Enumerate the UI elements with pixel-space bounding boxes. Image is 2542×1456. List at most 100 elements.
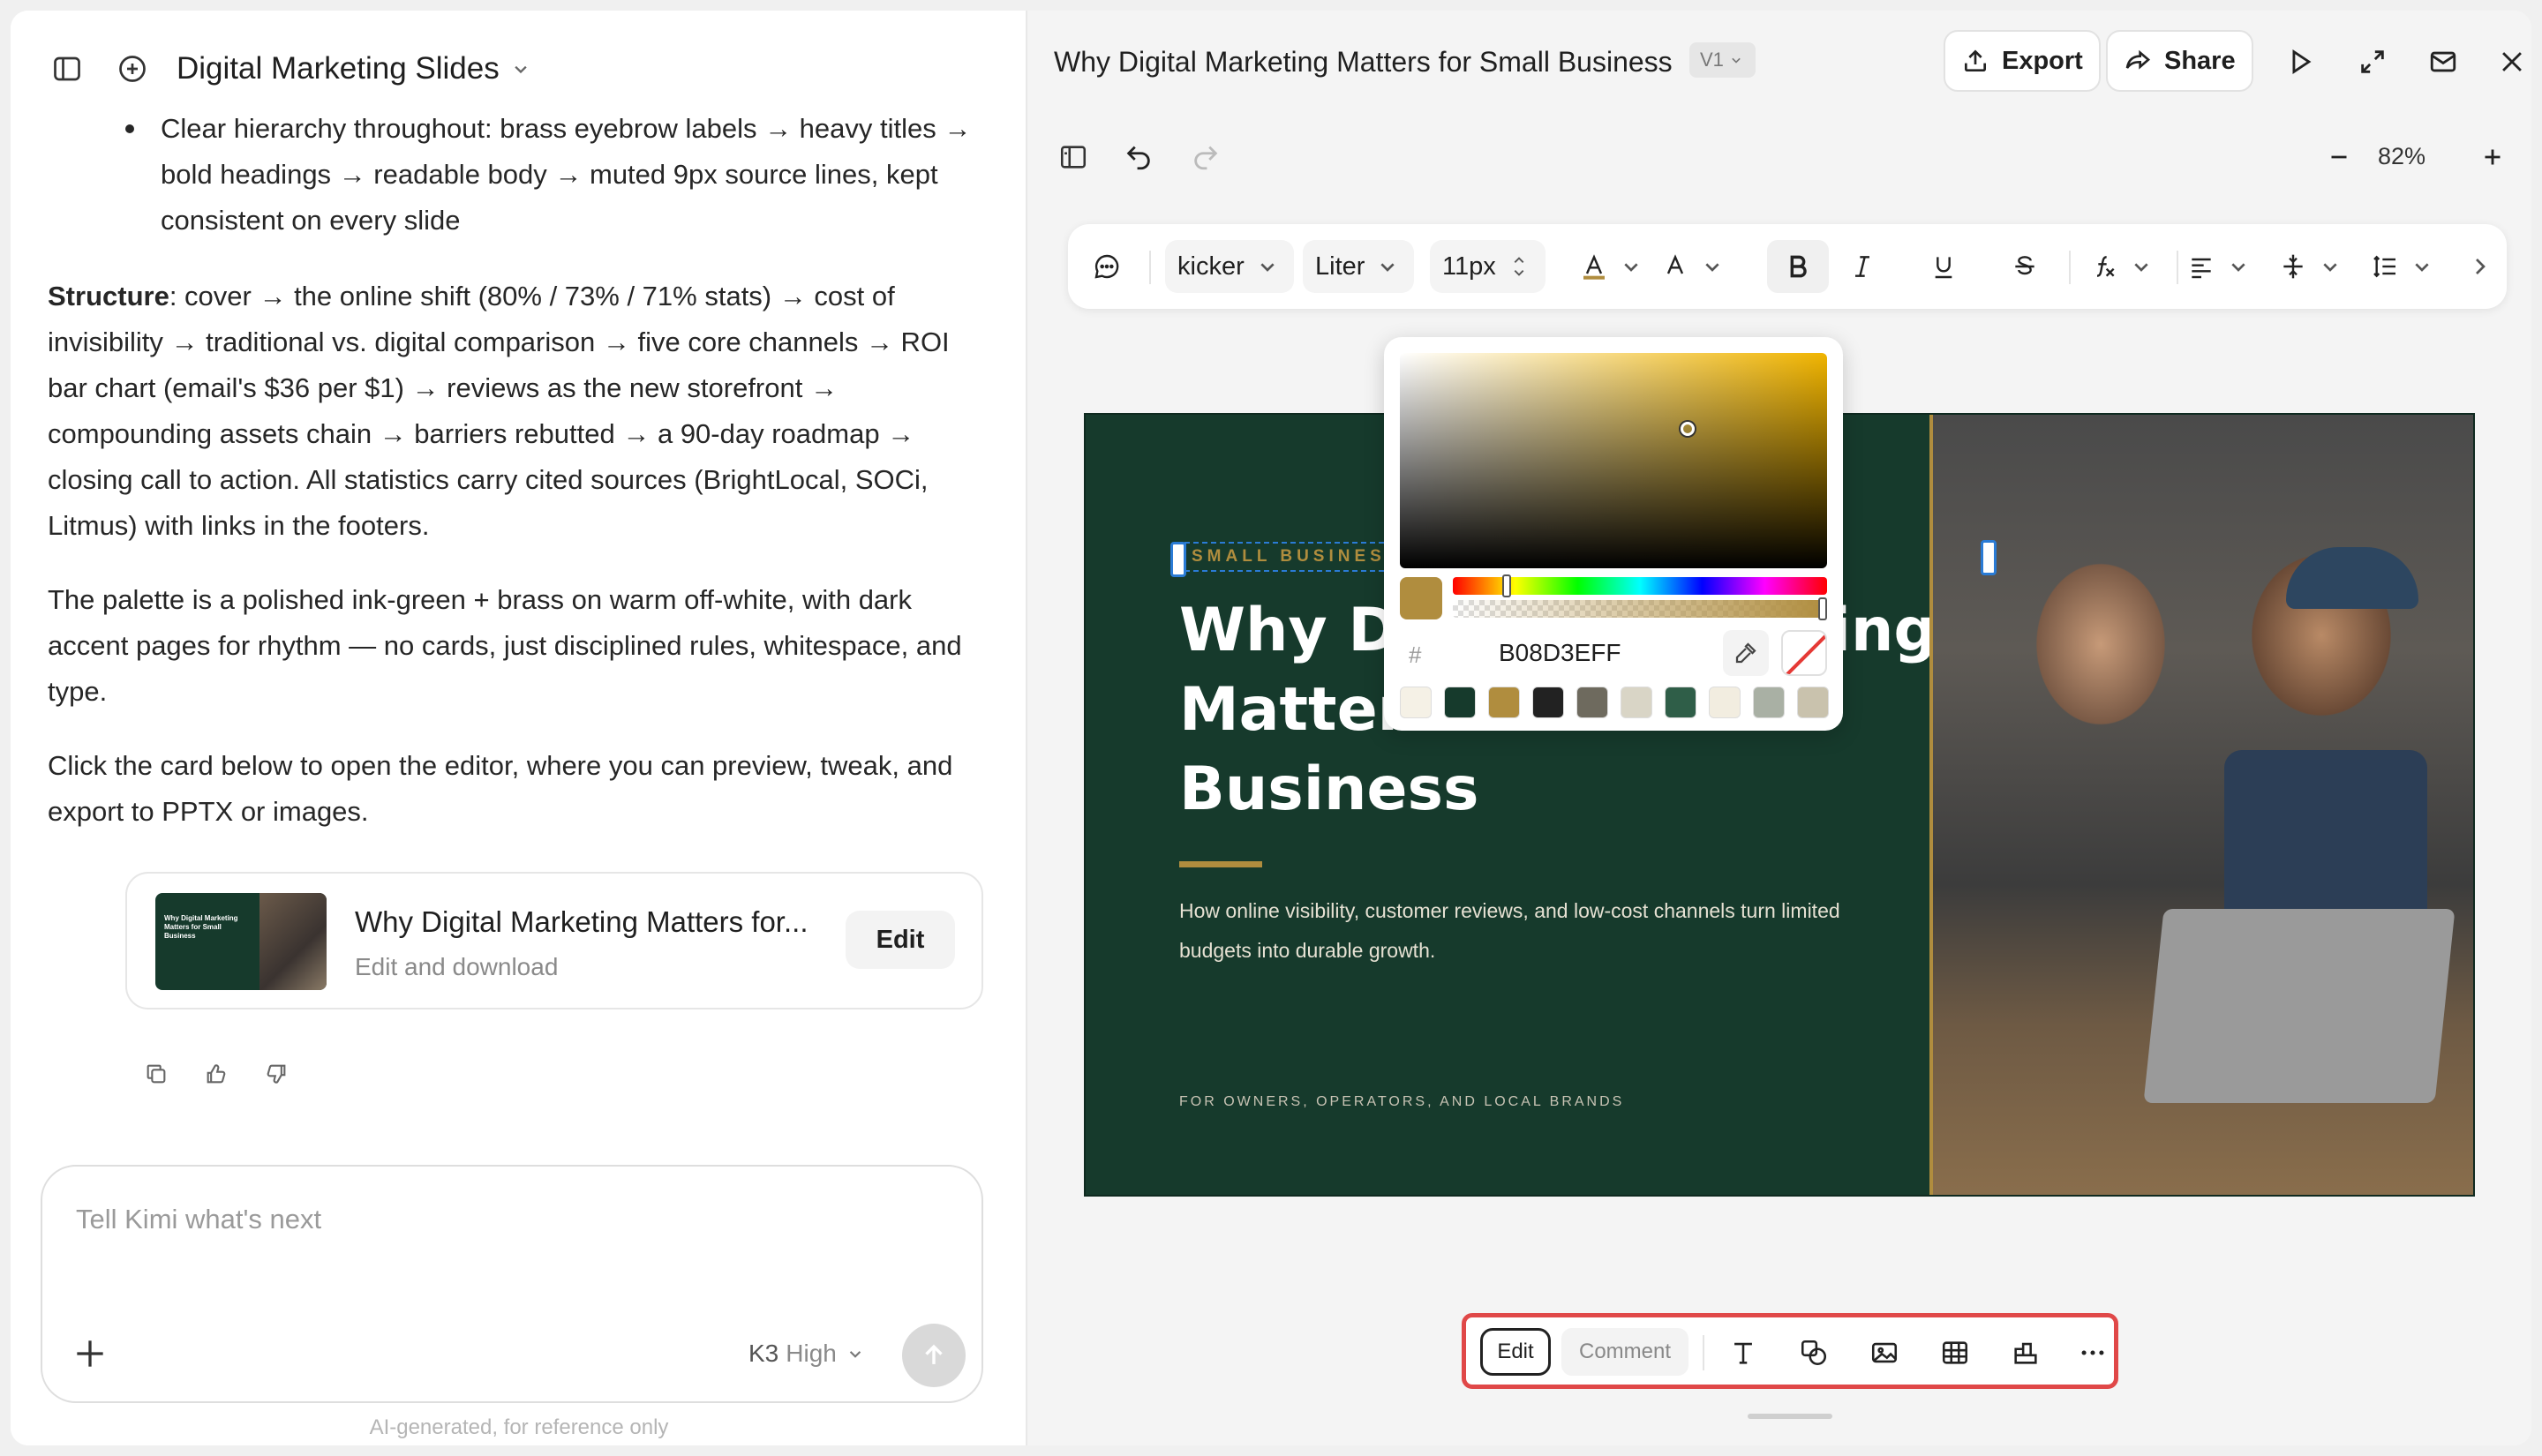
panel-toggle-icon[interactable] [1054, 138, 1093, 176]
message-composer[interactable]: Tell Kimi what's next K3 High [41, 1165, 983, 1403]
color-swatch[interactable] [1621, 687, 1652, 718]
italic-icon[interactable] [1848, 240, 1876, 293]
copy-icon[interactable] [139, 1057, 173, 1091]
color-swatch[interactable] [1400, 687, 1432, 718]
color-swatch[interactable] [1709, 687, 1741, 718]
drag-handle[interactable] [1748, 1414, 1832, 1419]
structure-label: Structure [48, 281, 169, 311]
slides-thumbnail: Why Digital Marketing Matters for Small … [155, 893, 327, 990]
color-swatch[interactable] [1444, 687, 1476, 718]
font-select[interactable]: Liter [1303, 240, 1415, 293]
color-swatch[interactable] [1797, 687, 1829, 718]
color-swatch[interactable] [1532, 687, 1564, 718]
resize-handle-left[interactable] [1170, 542, 1186, 577]
style-select[interactable]: kicker [1165, 240, 1294, 293]
list-item: Clear hierarchy throughout: brass eyebro… [99, 106, 990, 244]
hue-slider[interactable] [1453, 574, 1827, 597]
color-swatch[interactable] [1576, 687, 1608, 718]
play-icon[interactable] [2281, 42, 2320, 81]
comment-mode-button[interactable]: Comment [1561, 1328, 1688, 1376]
no-color-swatch[interactable] [1781, 630, 1827, 676]
model-selector[interactable]: K3 High [748, 1340, 867, 1368]
chat-header: Digital Marketing Slides [42, 42, 533, 95]
model-level: High [786, 1340, 837, 1367]
saturation-area[interactable] [1400, 353, 1827, 568]
eyedropper-icon[interactable] [1723, 630, 1769, 676]
table-tool-icon[interactable] [1937, 1335, 1973, 1370]
alpha-thumb[interactable] [1818, 597, 1827, 620]
chevron-right-icon[interactable] [2466, 240, 2494, 293]
send-button[interactable] [902, 1324, 966, 1387]
export-button[interactable]: Export [1944, 30, 2101, 92]
document-title: Why Digital Marketing Matters for Small … [1054, 46, 1673, 78]
chevron-down-icon [2323, 263, 2337, 272]
chat-panel: Digital Marketing Slides Clear hierarchy… [11, 11, 1027, 1445]
close-icon[interactable] [2493, 42, 2531, 81]
card-edit-button[interactable]: Edit [846, 911, 955, 969]
stepper-icon[interactable] [1505, 252, 1533, 281]
chart-tool-icon[interactable] [2008, 1335, 2043, 1370]
highlight-button[interactable] [1661, 240, 1726, 293]
disclaimer: AI-generated, for reference only [369, 1415, 669, 1439]
app-window: Digital Marketing Slides Clear hierarchy… [11, 11, 2531, 1445]
sidebar-toggle-icon[interactable] [42, 44, 92, 94]
zoom-in-icon[interactable] [2473, 138, 2512, 176]
composer-input[interactable]: Tell Kimi what's next [76, 1204, 321, 1235]
share-label: Share [2164, 46, 2236, 75]
align-button[interactable] [2187, 240, 2252, 293]
bullet-text: Clear hierarchy throughout: brass eyebro… [161, 113, 972, 236]
bold-icon[interactable] [1767, 240, 1829, 293]
thumbs-up-icon[interactable] [199, 1057, 233, 1091]
color-swatch[interactable] [1753, 687, 1785, 718]
edit-mode-button[interactable]: Edit [1480, 1328, 1551, 1376]
text-color-button[interactable] [1580, 240, 1645, 293]
strikethrough-icon[interactable] [2011, 240, 2039, 293]
formula-button[interactable] [2090, 240, 2155, 293]
zoom-level: 82% [2378, 143, 2426, 169]
share-button[interactable]: Share [2106, 30, 2253, 92]
photo-detail [2286, 547, 2418, 609]
line-spacing-icon [2373, 255, 2395, 278]
color-picker: # B08D3EFF [1384, 337, 1843, 731]
zoom-out-icon[interactable] [2320, 138, 2358, 176]
image-tool-icon[interactable] [1867, 1335, 1902, 1370]
font-value: Liter [1315, 251, 1365, 281]
chevron-down-icon[interactable] [508, 56, 533, 81]
fullscreen-icon[interactable] [2353, 42, 2392, 81]
underline-icon[interactable] [1929, 240, 1958, 293]
alpha-slider[interactable] [1453, 597, 1827, 620]
share-icon [2125, 49, 2151, 70]
redo-icon[interactable] [1186, 138, 1225, 176]
color-swatch[interactable] [1665, 687, 1696, 718]
undo-icon[interactable] [1119, 138, 1158, 176]
saturation-thumb[interactable] [1681, 422, 1695, 436]
font-size-stepper[interactable]: 11px [1430, 240, 1546, 293]
slides-card[interactable]: Why Digital Marketing Matters for Small … [125, 872, 983, 1009]
version-selector[interactable]: V1 [1689, 42, 1756, 78]
slide-body[interactable]: How online visibility, customer reviews,… [1179, 891, 1868, 971]
vertical-align-button[interactable] [2279, 240, 2344, 293]
plus-icon[interactable] [71, 1334, 109, 1373]
arrow-up-icon [925, 1344, 943, 1364]
project-title[interactable]: Digital Marketing Slides [177, 51, 500, 86]
text-tool-icon[interactable] [1726, 1335, 1761, 1370]
line-spacing-button[interactable] [2371, 240, 2436, 293]
color-swatch[interactable] [1488, 687, 1520, 718]
thumbs-down-icon[interactable] [259, 1057, 293, 1091]
new-chat-icon[interactable] [108, 44, 157, 94]
mail-icon[interactable] [2424, 42, 2463, 81]
more-icon[interactable] [2075, 1335, 2110, 1370]
slide-photo[interactable] [1933, 415, 2473, 1195]
shapes-tool-icon[interactable] [1796, 1335, 1831, 1370]
slide-footer[interactable]: FOR OWNERS, OPERATORS, AND LOCAL BRANDS [1179, 1094, 1624, 1110]
hex-input[interactable]: B08D3EFF [1499, 639, 1621, 667]
bottom-toolbar: Edit Comment [1462, 1313, 2118, 1389]
hue-thumb[interactable] [1502, 574, 1511, 597]
version-label: V1 [1700, 49, 1724, 71]
structure-paragraph: Structure: cover → the online shift (80%… [48, 274, 990, 549]
slide-kicker[interactable]: SMALL BUSINES [1185, 542, 1393, 572]
card-subtitle: Edit and download [355, 953, 559, 980]
comment-icon[interactable] [1093, 240, 1121, 293]
resize-handle-right[interactable] [1981, 540, 1997, 575]
chevron-down-icon [1705, 263, 1719, 272]
